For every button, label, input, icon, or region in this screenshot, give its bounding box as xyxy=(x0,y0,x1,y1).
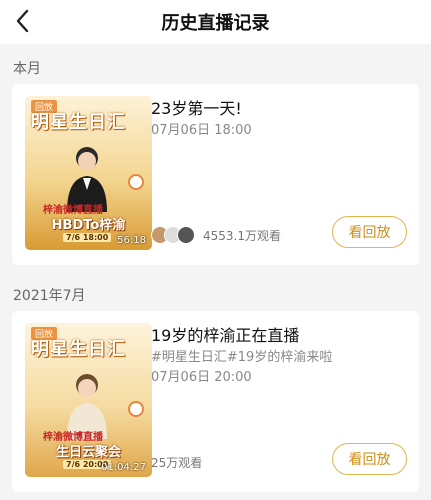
watch-replay-button[interactable]: 看回放 xyxy=(332,216,407,248)
back-button[interactable] xyxy=(8,4,38,38)
viewer-avatars xyxy=(151,226,195,244)
thumbnail-brand: 明星生日汇 xyxy=(31,339,126,360)
viewer-count: 4553.1万观看 xyxy=(151,226,281,244)
record-info: 23岁第一天! 07月06日 18:00 xyxy=(151,98,405,140)
top-bar: 历史直播记录 xyxy=(0,0,431,44)
thumbnail-headline: 生日云聚会 xyxy=(55,445,121,460)
record-title[interactable]: 23岁第一天! xyxy=(151,98,405,120)
record-time: 07月06日 20:00 xyxy=(151,370,252,385)
live-thumbnail[interactable]: 回放 明星生日汇 梓渝微博直播 HBDTo梓渝 7/6 18:00 56:18 xyxy=(25,96,152,250)
video-duration: 01:04:27 xyxy=(101,462,146,473)
record-hashtags[interactable]: #明星生日汇#19岁的梓渝来啦 xyxy=(151,349,405,367)
live-record-card[interactable]: 回放 明星生日汇 梓渝微博直播 生日云聚会 7/6 20:00 01:04:27… xyxy=(12,311,419,492)
record-title[interactable]: 19岁的梓渝正在直播 xyxy=(151,325,405,347)
viewer-count-text: 4553.1万观看 xyxy=(203,228,281,243)
cake-icon xyxy=(128,401,144,417)
record-time: 07月06日 18:00 xyxy=(151,123,252,138)
thumbnail-headline: HBDTo梓渝 xyxy=(51,218,126,233)
avatar xyxy=(177,226,195,244)
section-header-july-2021: 2021年7月 xyxy=(13,288,86,304)
section-header-this-month: 本月 xyxy=(13,61,41,77)
cake-icon xyxy=(128,174,144,190)
live-record-card[interactable]: 回放 明星生日汇 梓渝微博直播 HBDTo梓渝 7/6 18:00 56:18 … xyxy=(12,84,419,265)
viewer-count-text: 25万观看 xyxy=(151,456,203,470)
thumbnail-brand: 明星生日汇 xyxy=(31,112,126,133)
thumbnail-date: 7/6 18:00 xyxy=(63,233,112,242)
page-title: 历史直播记录 xyxy=(161,13,270,34)
watch-replay-button[interactable]: 看回放 xyxy=(332,443,407,475)
record-info: 19岁的梓渝正在直播 #明星生日汇#19岁的梓渝来啦 07月06日 20:00 xyxy=(151,325,405,387)
live-thumbnail[interactable]: 回放 明星生日汇 梓渝微博直播 生日云聚会 7/6 20:00 01:04:27 xyxy=(25,323,152,477)
video-duration: 56:18 xyxy=(117,235,146,246)
chevron-left-icon xyxy=(16,9,29,33)
viewer-count: 25万观看 xyxy=(151,454,202,471)
